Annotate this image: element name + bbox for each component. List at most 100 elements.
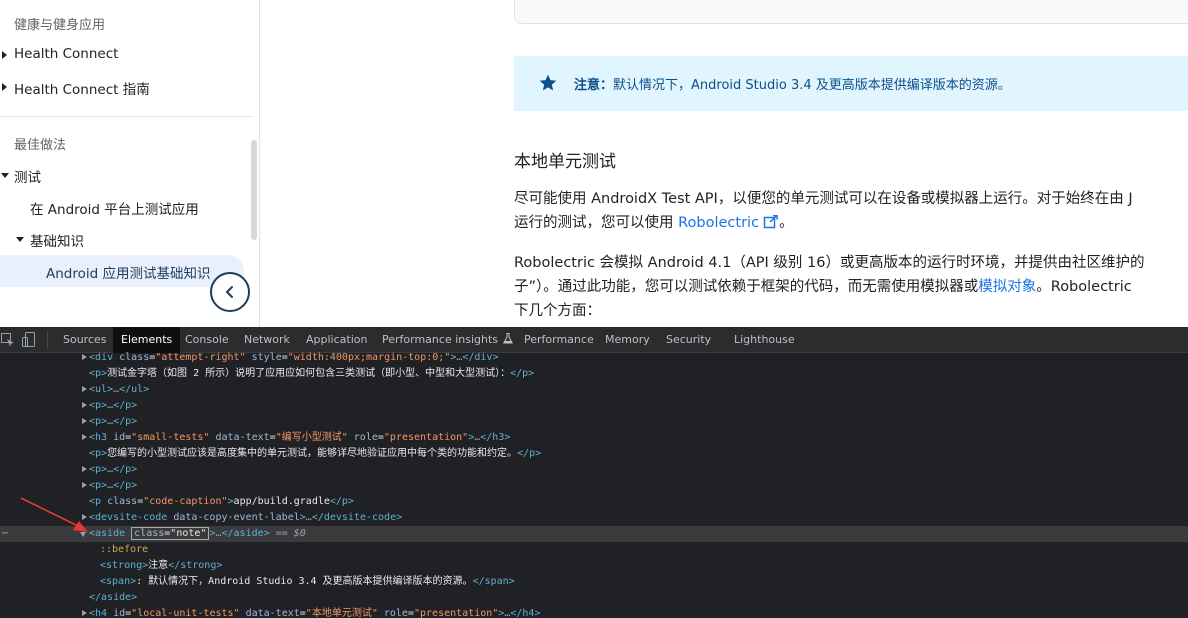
paragraph-text: 运行的测试，您可以使用 [514,215,679,231]
text-node: 默认情况下，Android Studio 3.4 及更高版本提供编译版本的资源。 [148,576,473,587]
dom-node[interactable]: <p>…</p> [0,478,1188,494]
nav-section-best-practices: 最佳做法 [14,138,67,153]
dom-node[interactable]: <p class="code-caption">app/build.gradle… [0,494,1188,510]
left-nav: 健康与健身应用 Health Connect Health Connect 指南… [0,0,260,327]
closing-tag: </aside> [89,592,138,603]
dom-node-text: <p>您编写的小型测试应该是高度集中的单元测试，能够详尽地验证应用中每个类的功能… [89,448,542,459]
nav-item-testing-fundamentals[interactable]: Android 应用测试基础知识 [46,262,211,282]
attr-value: "attempt-right" [155,352,246,363]
dom-node-text: <ul>…</ul> [89,384,150,395]
paragraph-line: 子”）。通过此功能，您可以测试依赖于框架的代码，而无需使用模拟器或模拟对象。Ro… [514,275,1145,299]
attr-name: data-text [245,608,300,618]
ellipsis-marker: ⋯ [2,528,9,539]
attr-name: data-copy-event-label [173,512,300,523]
nav-divider [0,116,252,117]
dom-node[interactable]: <p>测试金字塔（如图 2 所示）说明了应用应如何包含三类测试（即小型、中型和大… [0,366,1188,382]
text-node: 您编写的小型测试应该是高度集中的单元测试，能够详尽地验证应用中每个类的功能和约定… [107,448,518,459]
collapse-nav-button[interactable] [210,272,250,312]
dom-node[interactable]: <devsite-code data-copy-event-label>…</d… [0,510,1188,526]
dom-node-text: <p>…</p> [89,464,138,475]
attr-name: class [119,352,150,363]
expand-arrow-icon[interactable] [82,610,87,616]
experiment-flask-icon [502,333,514,344]
expand-arrow-icon[interactable] [82,466,87,472]
dom-node-text: <strong>注意</strong> [100,560,223,571]
nav-item-health-connect-guide[interactable]: Health Connect 指南 [14,78,150,98]
collapse-arrow-icon[interactable] [1,173,9,178]
dom-node-selected[interactable]: ⋯ <aside class="note" >…</aside> == $0 [0,526,1188,542]
article-content: 注意：默认情况下，Android Studio 3.4 及更高版本提供编译版本的… [476,0,1188,327]
content-card [514,0,1188,24]
attr-name: id [113,608,126,618]
devtools-panel: Sources Elements Console Network Applica… [0,327,1188,618]
expand-arrow-icon[interactable] [82,354,87,360]
dom-node[interactable]: <p>…</p> [0,414,1188,430]
paragraph-line: 尽可能使用 AndroidX Test API，以便您的单元测试可以在设备或模拟… [514,191,1133,207]
nav-item-testing[interactable]: 测试 [14,166,41,186]
dom-node[interactable]: </aside> [0,590,1188,606]
dom-node-text: <h3 id="small-tests" data-text="编写小型测试" … [89,432,511,443]
text-node: 注意 [148,560,169,571]
paragraph-robolectric: Robolectric 会模拟 Android 4.1（API 级别 16）或更… [514,251,1145,323]
dom-node-text: <span>: 默认情况下，Android Studio 3.4 及更高版本提供… [100,576,515,587]
dom-node[interactable]: ::before [0,542,1188,558]
nav-section-health: 健康与健身应用 [14,18,106,33]
robolectric-link[interactable]: Robolectric [678,215,759,231]
attr-name: style [251,352,282,363]
nav-item-test-on-android[interactable]: 在 Android 平台上测试应用 [30,198,199,218]
nav-item-health-connect[interactable]: Health Connect [14,46,118,62]
dom-node[interactable]: <p>您编写的小型测试应该是高度集中的单元测试，能够详尽地验证应用中每个类的功能… [0,446,1188,462]
paragraph-line: 运行的测试，您可以使用 Robolectric 。 [514,211,1133,235]
text-node: app/build.gradle [233,496,330,507]
note-text: 注意：默认情况下，Android Studio 3.4 及更高版本提供编译版本的… [574,74,1011,93]
dom-node[interactable]: <div class="attempt-right" style="width:… [0,350,1188,366]
attr-value: "small-tests" [131,432,210,443]
attr-value: "note" [170,528,207,539]
attr-name: role [383,608,408,618]
dom-node-text: <h4 id="local-unit-tests" data-text="本地单… [89,608,541,618]
dom-node[interactable]: <h3 id="small-tests" data-text="编写小型测试" … [0,430,1188,446]
dom-node[interactable]: <ul>…</ul> [0,382,1188,398]
toolbar-divider [47,332,48,348]
chevron-left-icon [226,286,233,298]
attr-value: "local-unit-tests" [131,608,240,618]
dom-node[interactable]: <strong>注意</strong> [0,558,1188,574]
collapse-arrow-icon[interactable] [16,237,24,242]
external-link-icon [763,214,778,229]
screen: 健康与健身应用 Health Connect Health Connect 指南… [0,0,1188,618]
nav-scrollbar[interactable] [251,140,257,240]
attr-value: "presentation" [383,432,469,443]
attr-value: "code-caption" [143,496,228,507]
expand-arrow-icon[interactable] [2,51,7,59]
dom-node-text: <p>…</p> [89,480,138,491]
nav-item-fundamentals[interactable]: 基础知识 [30,230,84,250]
expand-arrow-icon[interactable] [82,386,87,392]
dom-node-text: <p>…</p> [89,400,138,411]
expand-arrow-icon[interactable] [82,418,87,424]
expand-arrow-icon[interactable] [2,83,7,91]
attr-name: class [134,528,165,539]
paragraph-androidx: 尽可能使用 AndroidX Test API，以便您的单元测试可以在设备或模拟… [514,187,1133,235]
paragraph-line: Robolectric 会模拟 Android 4.1（API 级别 16）或更… [514,255,1145,271]
attr-value: "presentation" [414,608,499,618]
star-icon [539,74,557,91]
attr-name: data-text [215,432,270,443]
dom-node[interactable]: <p>…</p> [0,398,1188,414]
dom-node[interactable]: <h4 id="local-unit-tests" data-text="本地单… [0,606,1188,618]
mock-objects-link[interactable]: 模拟对象 [978,279,1036,295]
dom-node-text: <div class="attempt-right" style="width:… [89,352,499,363]
attr-name: class [107,496,138,507]
dom-node-text: <devsite-code data-copy-event-label>…</d… [89,512,403,523]
dom-node[interactable]: <p>…</p> [0,462,1188,478]
selected-node-ref: == $0 [275,528,306,539]
attr-value: "width:400px;margin-top:0;" [287,352,451,363]
paragraph-text: 子”）。通过此功能，您可以测试依赖于框架的代码，而无需使用模拟器或 [514,279,979,295]
expand-arrow-icon[interactable] [82,482,87,488]
inspect-element-icon[interactable] [1,333,15,347]
dom-node-text: <p class="code-caption">app/build.gradle… [89,496,354,507]
device-toolbar-icon[interactable] [22,332,36,348]
expand-arrow-icon[interactable] [82,434,87,440]
expand-arrow-icon[interactable] [82,402,87,408]
dom-node[interactable]: <span>: 默认情况下，Android Studio 3.4 及更高版本提供… [0,574,1188,590]
attr-name: role [353,432,378,443]
